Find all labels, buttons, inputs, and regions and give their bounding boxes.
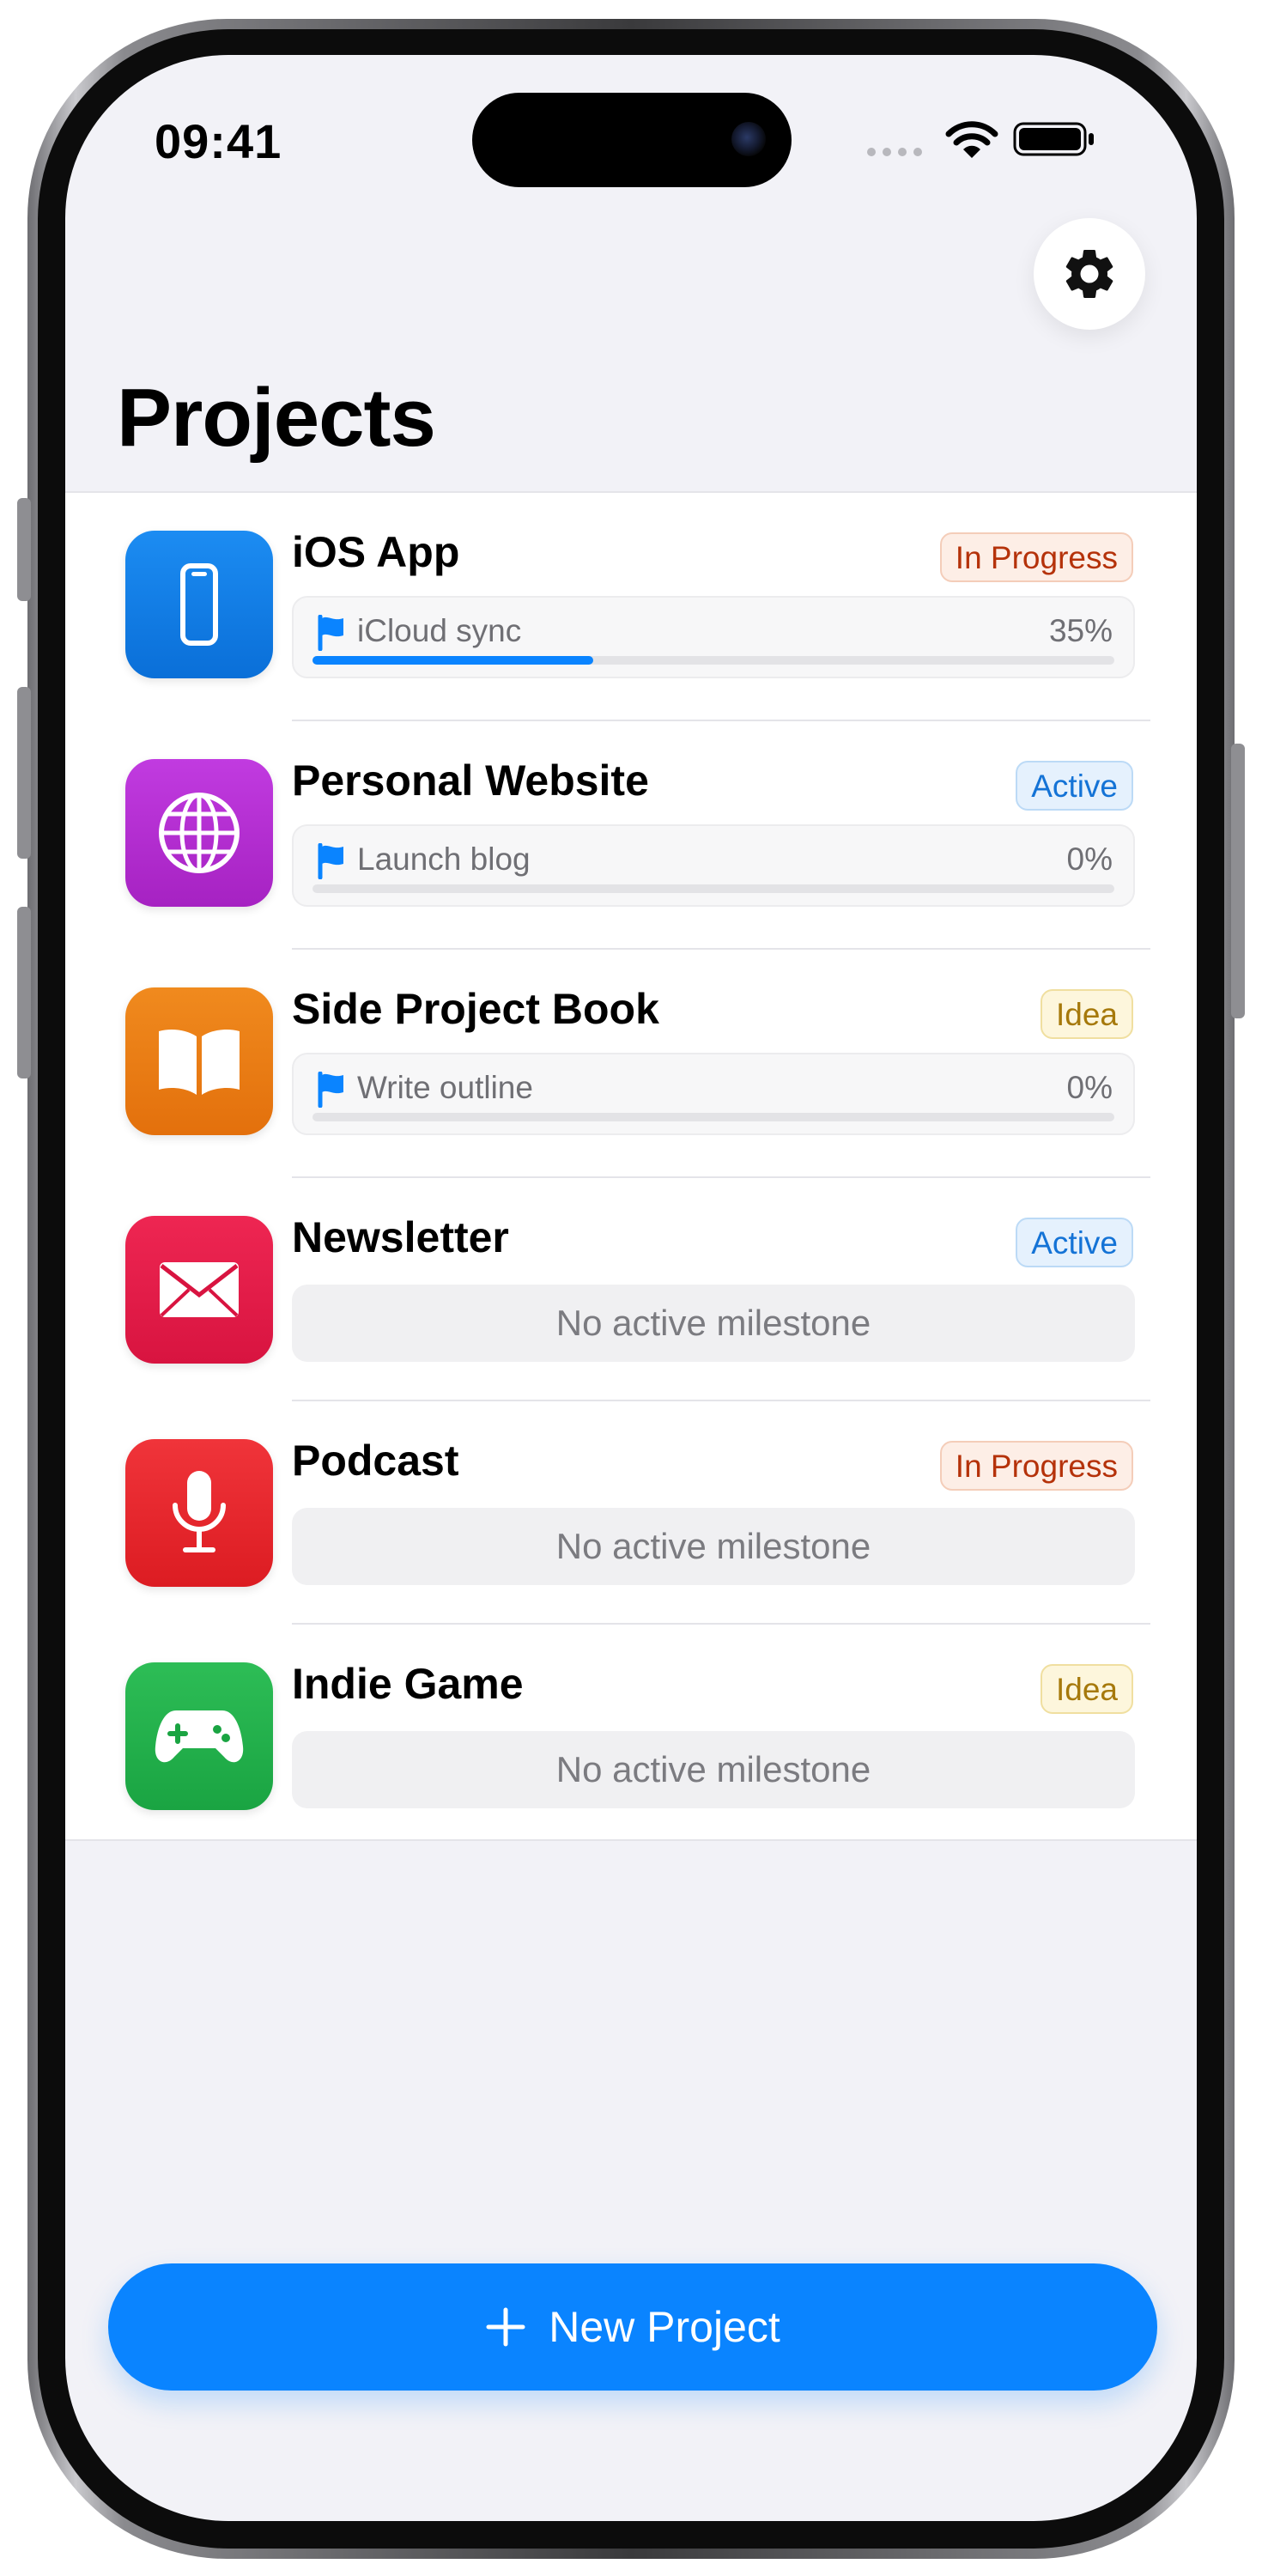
iphone-icon <box>180 563 218 646</box>
status-badge: Idea <box>1040 1664 1133 1714</box>
microphone-icon <box>173 1471 226 1552</box>
project-icon <box>125 531 273 678</box>
project-name: Indie Game <box>292 1660 524 1708</box>
milestone-name: iCloud sync <box>357 613 522 648</box>
project-row-ios-app[interactable]: iOS App In Progress iCloud sync 35% <box>65 493 1197 721</box>
flag-icon <box>318 615 343 651</box>
progress-track <box>312 884 1114 893</box>
flag-icon <box>318 1072 343 1108</box>
project-name: Podcast <box>292 1437 459 1485</box>
project-icon <box>125 1439 273 1587</box>
project-row-podcast[interactable]: Podcast In Progress No active milestone <box>65 1401 1197 1625</box>
no-milestone-placeholder: No active milestone <box>292 1508 1135 1585</box>
milestone-percent: 0% <box>1066 841 1113 877</box>
status-badge: Active <box>1016 1218 1133 1267</box>
globe-icon <box>159 793 240 873</box>
project-name: Side Project Book <box>292 985 659 1033</box>
progress-track <box>312 656 1114 665</box>
camera-icon <box>731 122 766 156</box>
milestone-name: Write outline <box>357 1070 533 1105</box>
project-row-indie-game[interactable]: Indie Game Idea No active milestone <box>65 1625 1197 1843</box>
status-badge: Active <box>1016 761 1133 811</box>
milestone-percent: 35% <box>1048 613 1113 648</box>
book-icon <box>159 1030 240 1095</box>
project-list: iOS App In Progress iCloud sync 35% Pers… <box>65 491 1197 1841</box>
project-icon <box>125 987 273 1135</box>
project-icon <box>125 1662 273 1810</box>
progress-track <box>312 1113 1114 1121</box>
power-button <box>1231 744 1245 1018</box>
milestone-card[interactable]: Launch blog 0% <box>292 824 1135 907</box>
project-icon <box>125 759 273 907</box>
project-row-side-project-book[interactable]: Side Project Book Idea Write outline 0% <box>65 950 1197 1178</box>
no-milestone-placeholder: No active milestone <box>292 1285 1135 1362</box>
new-project-label: New Project <box>549 2303 780 2351</box>
flag-icon <box>318 843 343 879</box>
project-name: Newsletter <box>292 1213 509 1261</box>
project-row-newsletter[interactable]: Newsletter Active No active milestone <box>65 1178 1197 1401</box>
wifi-icon <box>945 121 998 158</box>
page-title: Projects <box>117 372 436 464</box>
status-badge: In Progress <box>939 532 1133 582</box>
no-milestone-placeholder: No active milestone <box>292 1731 1135 1808</box>
milestone-card[interactable]: iCloud sync 35% <box>292 596 1135 678</box>
gear-icon <box>1065 249 1113 298</box>
new-project-button[interactable]: New Project <box>108 2263 1157 2391</box>
settings-button[interactable] <box>1034 218 1145 330</box>
project-icon <box>125 1216 273 1364</box>
plus-icon <box>486 2307 525 2347</box>
action-button <box>17 498 31 601</box>
battery-icon <box>1013 122 1094 156</box>
progress-fill <box>312 656 593 665</box>
status-time: 09:41 <box>155 114 282 168</box>
status-badge: Idea <box>1040 989 1133 1039</box>
milestone-card[interactable]: Write outline 0% <box>292 1053 1135 1135</box>
project-name: Personal Website <box>292 756 649 805</box>
envelope-icon <box>160 1262 239 1317</box>
milestone-percent: 0% <box>1066 1070 1113 1105</box>
volume-up-button <box>17 687 31 859</box>
gamepad-icon <box>155 1710 244 1763</box>
signal-dots-icon <box>867 148 922 156</box>
volume-down-button <box>17 907 31 1078</box>
status-badge: In Progress <box>939 1441 1133 1491</box>
project-name: iOS App <box>292 528 460 576</box>
project-row-personal-website[interactable]: Personal Website Active Launch blog 0% <box>65 721 1197 950</box>
milestone-name: Launch blog <box>357 841 531 877</box>
